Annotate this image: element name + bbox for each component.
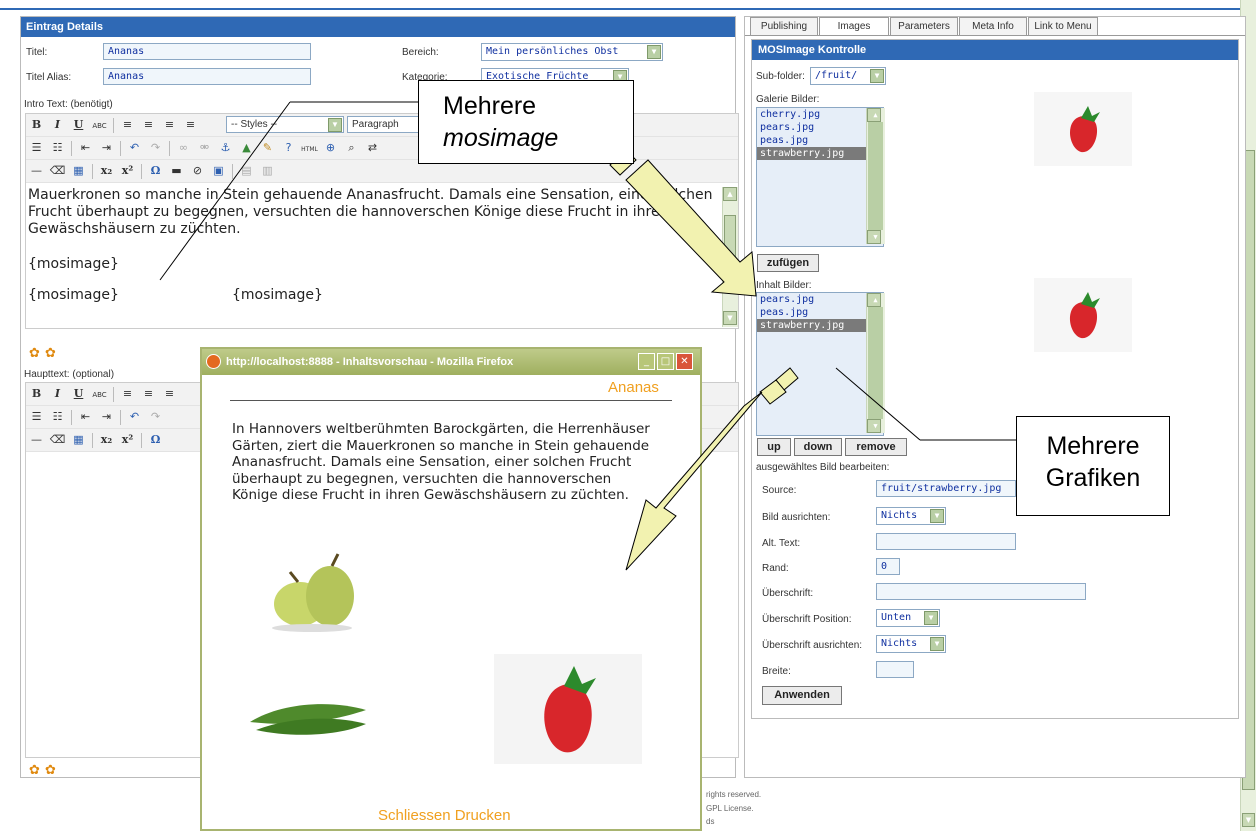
callout-multiple-mosimage: Mehrere mosimage xyxy=(418,80,634,164)
callout-leader-line xyxy=(159,101,291,281)
arrow-icon xyxy=(625,367,799,571)
callout-multiple-images: Mehrere Grafiken xyxy=(1016,416,1170,516)
callout-line-1: Mehrere xyxy=(1046,432,1140,460)
callout-line-1: Mehrere xyxy=(443,92,537,120)
callout-line-2: mosimage xyxy=(443,124,559,152)
callout-line-2: Grafiken xyxy=(1045,464,1141,492)
callout-leader-line xyxy=(835,367,921,441)
